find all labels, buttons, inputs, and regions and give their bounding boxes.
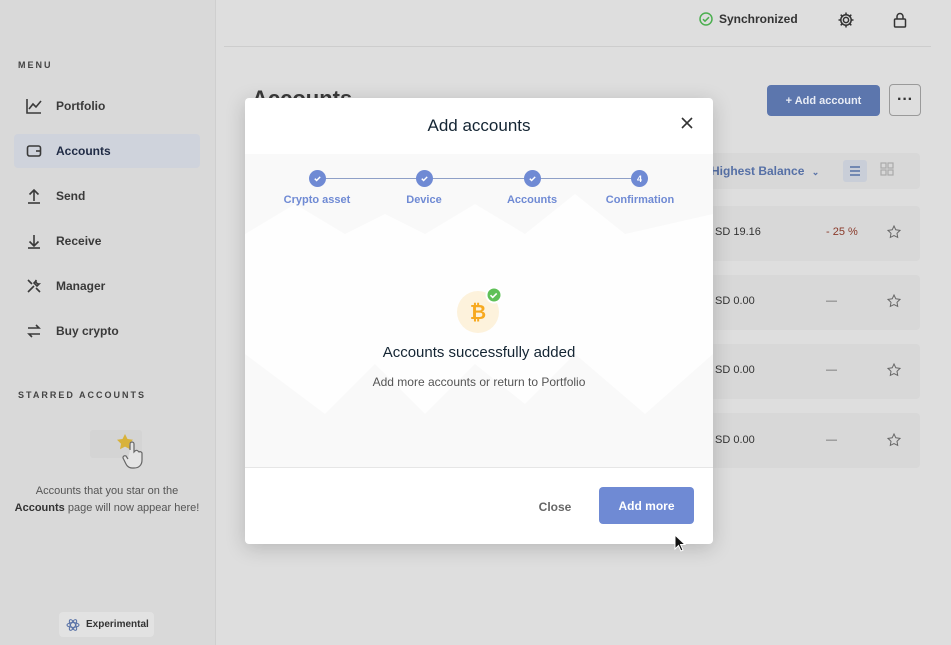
- topbar-divider: [224, 46, 931, 47]
- menu-title: MENU: [18, 60, 53, 70]
- step-label-device: Device: [406, 194, 442, 206]
- svg-text:₿: ₿: [470, 300, 486, 324]
- add-more-button[interactable]: Add more: [599, 487, 694, 524]
- account-change: —: [826, 364, 837, 376]
- star-icon[interactable]: [887, 363, 901, 377]
- sidebar-nav: Portfolio Accounts Send Receive Manager …: [14, 89, 200, 359]
- account-balance: SD 19.16: [715, 226, 761, 238]
- lock-icon[interactable]: [891, 11, 909, 29]
- chevron-down-icon: ⌄: [811, 167, 820, 177]
- arrow-up-icon: [28, 188, 40, 204]
- success-subtitle: Add more accounts or return to Portfolio: [372, 375, 586, 389]
- step-1-check-icon: [309, 170, 326, 187]
- modal-title: Add accounts: [427, 116, 531, 135]
- sidebar-item-buy-crypto[interactable]: Buy crypto: [14, 314, 200, 348]
- arrow-down-icon: [28, 235, 40, 249]
- close-icon[interactable]: [679, 115, 695, 131]
- add-account-button[interactable]: + Add account: [767, 85, 880, 116]
- grid-view-icon[interactable]: [880, 162, 894, 176]
- gear-icon[interactable]: [837, 11, 855, 29]
- add-accounts-modal: Add accounts 4 Crypto asset Device Accou…: [245, 98, 713, 544]
- starred-accounts-title: STARRED ACCOUNTS: [18, 390, 146, 400]
- stepper-line: [317, 178, 640, 179]
- account-balance: SD 0.00: [715, 295, 755, 307]
- tools-icon: [27, 279, 42, 293]
- list-view-button[interactable]: [843, 160, 867, 182]
- chart-line-icon: [26, 99, 42, 114]
- experimental-label: Experimental: [86, 619, 149, 630]
- sidebar-item-accounts[interactable]: Accounts: [14, 134, 200, 168]
- step-label-accounts: Accounts: [506, 194, 558, 206]
- sidebar-item-manager[interactable]: Manager: [14, 269, 200, 303]
- sidebar-item-send[interactable]: Send: [14, 179, 200, 213]
- bitcoin-success-icon: ₿: [457, 288, 502, 333]
- atom-icon: [66, 618, 80, 631]
- close-button[interactable]: Close: [528, 496, 582, 518]
- topbar: Synchronized: [216, 0, 951, 46]
- step-label-crypto-asset: Crypto asset: [283, 194, 351, 206]
- experimental-button[interactable]: Experimental: [59, 612, 154, 637]
- account-balance: SD 0.00: [715, 364, 755, 376]
- star-icon[interactable]: [887, 225, 901, 239]
- star-icon[interactable]: [887, 433, 901, 447]
- step-3-check-icon: [524, 170, 541, 187]
- sidebar: MENU Portfolio Accounts Send Receive Man…: [0, 0, 216, 645]
- check-circle-icon: [699, 12, 713, 26]
- sort-dropdown[interactable]: Highest Balance ⌄: [711, 164, 819, 178]
- more-options-button[interactable]: ···: [889, 84, 921, 116]
- modal-footer-divider: [245, 467, 713, 468]
- account-change: —: [826, 295, 837, 307]
- account-balance: SD 0.00: [715, 434, 755, 446]
- sidebar-item-label: Receive: [56, 234, 102, 248]
- sort-label: Highest Balance: [711, 164, 805, 178]
- sync-label: Synchronized: [719, 12, 798, 26]
- sync-status: Synchronized: [699, 12, 798, 26]
- sidebar-item-label: Portfolio: [56, 99, 106, 113]
- account-change: —: [826, 434, 837, 446]
- mouse-cursor-icon: [674, 534, 686, 552]
- star-hand-illustration-icon: [90, 430, 143, 469]
- star-icon[interactable]: [887, 294, 901, 308]
- step-label-confirmation: Confirmation: [605, 194, 675, 206]
- success-title: Accounts successfully added: [382, 344, 576, 361]
- step-4-number: 4: [631, 170, 648, 187]
- sidebar-item-label: Accounts: [56, 144, 111, 158]
- list-icon: [850, 166, 860, 176]
- sidebar-item-label: Buy crypto: [56, 324, 119, 338]
- sidebar-item-portfolio[interactable]: Portfolio: [14, 89, 200, 123]
- account-change: - 25 %: [826, 226, 858, 238]
- wallet-icon: [26, 145, 42, 157]
- step-2-check-icon: [416, 170, 433, 187]
- sidebar-item-label: Send: [56, 189, 86, 203]
- sidebar-item-label: Manager: [56, 279, 106, 293]
- sidebar-item-receive[interactable]: Receive: [14, 224, 200, 258]
- exchange-icon: [27, 324, 41, 338]
- starred-accounts-empty-text: Accounts that you star on the Accounts p…: [14, 485, 200, 514]
